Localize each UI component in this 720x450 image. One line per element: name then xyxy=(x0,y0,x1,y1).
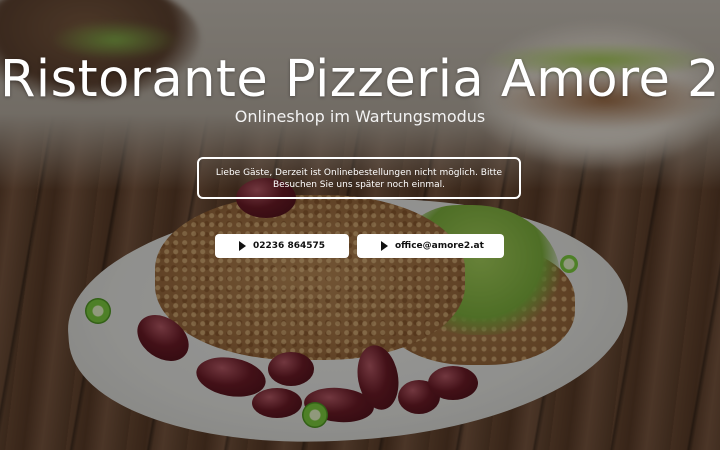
play-icon xyxy=(381,241,388,251)
notice-text: Liebe Gäste, Derzeit ist Onlinebestellun… xyxy=(215,168,503,190)
phone-number: 02236 864575 xyxy=(253,241,326,251)
maintenance-notice: Liebe Gäste, Derzeit ist Onlinebestellun… xyxy=(197,157,521,199)
play-icon xyxy=(239,241,246,251)
phone-button[interactable]: 02236 864575 xyxy=(215,234,349,258)
page-title: Ristorante Pizzeria Amore 2 xyxy=(0,50,720,109)
page-subtitle: Onlineshop im Wartungsmodus xyxy=(234,107,486,126)
email-address: office@amore2.at xyxy=(395,241,484,251)
email-button[interactable]: office@amore2.at xyxy=(357,234,504,258)
